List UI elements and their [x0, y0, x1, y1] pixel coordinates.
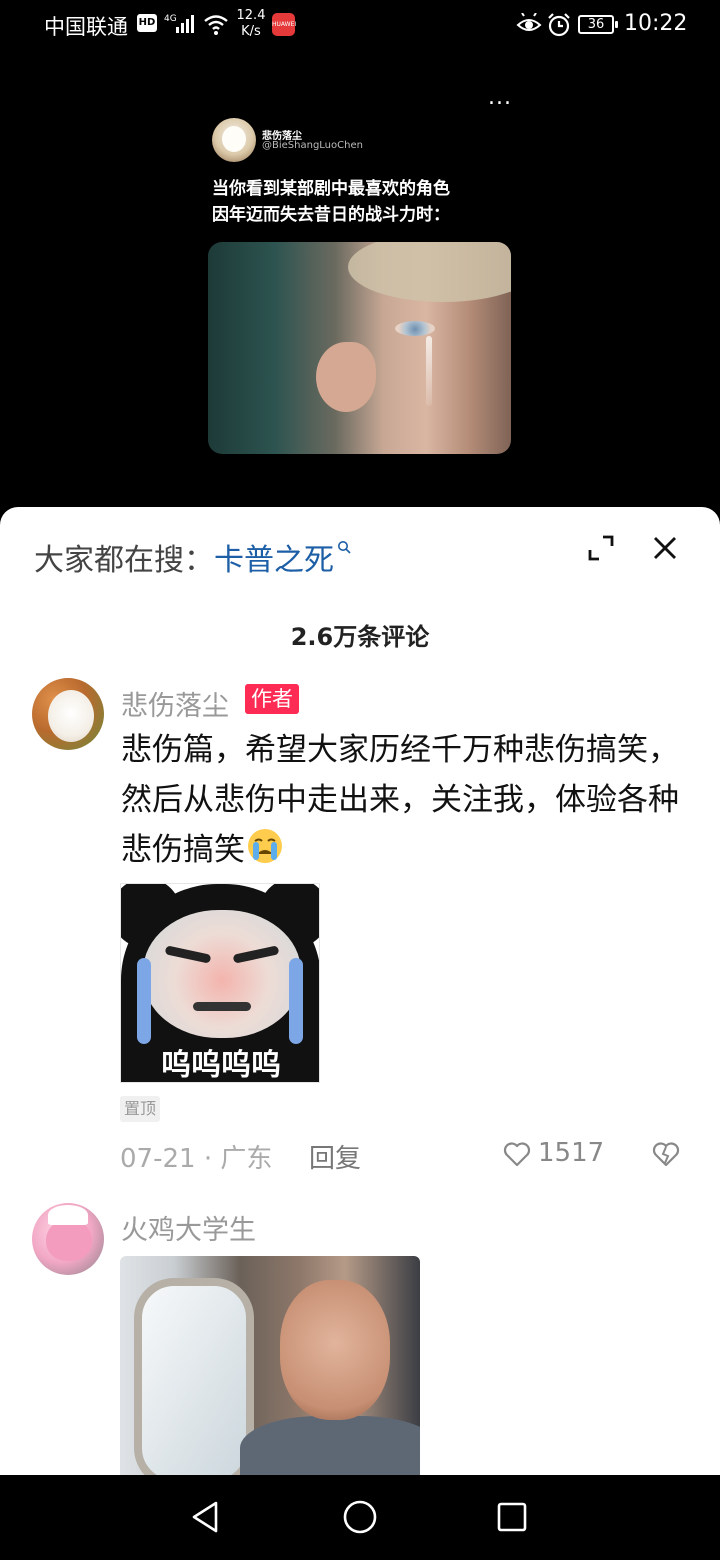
tweet-text-line-2: 因年迈而失去昔日的战斗力时： [212, 205, 450, 225]
crying-man-photo [208, 242, 511, 454]
pinned-tag: 置顶 [120, 1096, 161, 1122]
close-icon[interactable] [650, 533, 680, 563]
more-options-button[interactable]: ... [488, 87, 512, 109]
carrier-label: 中国联通 [44, 15, 128, 39]
comment-date-location: 07-21 · 广东 [120, 1144, 273, 1174]
wifi-icon [203, 12, 229, 40]
avatar[interactable] [32, 678, 104, 750]
svg-text:4G: 4G [164, 14, 177, 24]
comment-text: 悲伤篇，希望大家历经千万种悲伤搞笑，然后从悲伤中走出来，关注我，体验各种悲伤搞笑 [121, 725, 686, 875]
comment-author[interactable]: 悲伤落尘 [121, 684, 229, 723]
back-icon[interactable] [188, 1499, 224, 1535]
reply-button[interactable]: 回复 [309, 1138, 361, 1175]
tweet-author-handle: @BieShangLuoChen [262, 140, 363, 151]
tweet-text: 当你看到某部剧中最喜欢的角色 因年迈而失去昔日的战斗力时： [212, 176, 450, 228]
tweet-text-line-1: 当你看到某部剧中最喜欢的角色 [212, 179, 450, 199]
battery-icon: 36 [578, 15, 618, 34]
status-bar: 中国联通 HD 4G 12.4 K/s HUAWEI 36 10:22 [0, 0, 720, 50]
comment-photo[interactable] [120, 1256, 420, 1475]
comment-author[interactable]: 火鸡大学生 [121, 1208, 256, 1247]
navigation-bar [0, 1475, 720, 1560]
eye-comfort-icon [516, 12, 542, 41]
author-badge: 作者 [245, 684, 299, 714]
broken-heart-icon[interactable] [652, 1141, 680, 1167]
search-term-link[interactable]: 卡普之死 [214, 543, 334, 578]
search-suggestion[interactable]: 大家都在搜：卡普之死 [34, 535, 351, 579]
heart-icon[interactable] [503, 1141, 531, 1167]
comment-count: 2.6万条评论 [290, 623, 430, 651]
network-speed: 12.4 K/s [234, 8, 268, 40]
home-icon[interactable] [342, 1499, 378, 1535]
signal-icon: 4G [164, 12, 198, 40]
tweet-avatar [212, 118, 256, 162]
sticker-image[interactable]: 呜呜呜呜 [120, 883, 320, 1083]
search-prefix: 大家都在搜： [34, 543, 214, 578]
like-count: 1517 [538, 1138, 605, 1168]
speed-value: 12.4 [236, 8, 266, 23]
comment-text-body: 悲伤篇，希望大家历经千万种悲伤搞笑，然后从悲伤中走出来，关注我，体验各种悲伤搞笑 [121, 732, 679, 868]
hd-icon: HD [137, 14, 157, 32]
avatar[interactable] [32, 1203, 104, 1275]
recent-apps-icon[interactable] [496, 1501, 528, 1533]
crying-face-icon [248, 829, 282, 863]
search-icon [338, 541, 351, 554]
huawei-app-icon: HUAWEI [272, 13, 296, 36]
alarm-icon [546, 12, 572, 42]
video-player[interactable]: ... 悲伤落尘 @BieShangLuoChen 当你看到某部剧中最喜欢的角色… [0, 50, 720, 520]
expand-icon[interactable] [586, 533, 616, 563]
speed-unit: K/s [241, 24, 261, 39]
comment-sheet: 大家都在搜：卡普之死 2.6万条评论 悲伤落尘 作者 悲伤篇，希望大家历经千万种… [0, 507, 720, 1475]
sticker-caption: 呜呜呜呜 [161, 1048, 281, 1083]
clock: 10:22 [624, 11, 688, 36]
